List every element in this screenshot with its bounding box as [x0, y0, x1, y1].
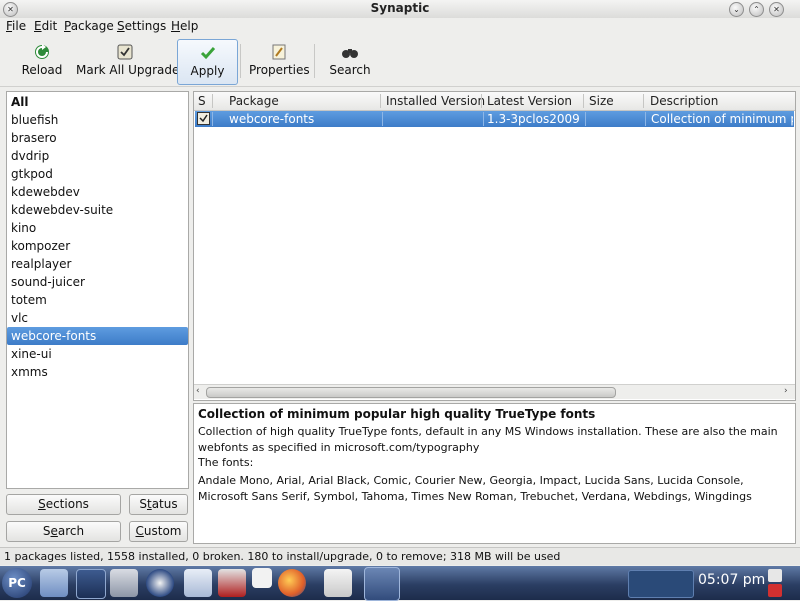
section-item[interactable]: bluefish — [7, 111, 188, 129]
desktop-icon[interactable] — [76, 569, 106, 599]
cell-package: webcore-fonts — [229, 112, 315, 126]
section-item[interactable]: gtkpod — [7, 165, 188, 183]
description-paragraph: The fonts: — [198, 456, 254, 469]
section-item[interactable]: webcore-fonts — [7, 327, 188, 345]
toolbar-separator — [240, 44, 241, 78]
close-icon[interactable]: ✕ — [769, 2, 784, 17]
cell-description: Collection of minimum popu — [651, 112, 793, 126]
mark-all-upgrades-button[interactable]: Mark All Upgrades — [76, 39, 186, 83]
shutdown-icon[interactable] — [768, 584, 782, 597]
description-panel: Collection of minimum popular high quali… — [193, 403, 796, 544]
properties-button[interactable]: Properties — [249, 39, 310, 83]
column-package[interactable]: Package — [229, 94, 279, 108]
title-bar: ✕ Synaptic ⌄ ⌃ ✕ — [0, 0, 800, 18]
computer-icon[interactable] — [40, 569, 68, 597]
checkmark-icon — [200, 47, 215, 60]
section-item[interactable]: kino — [7, 219, 188, 237]
reload-icon — [35, 44, 49, 59]
section-item[interactable]: kompozer — [7, 237, 188, 255]
description-paragraph: Andale Mono, Arial, Arial Black, Comic, … — [198, 474, 752, 503]
taskbar: PC 05:07 pm — [0, 566, 800, 601]
section-item[interactable]: brasero — [7, 129, 188, 147]
reload-button[interactable]: Reload — [20, 39, 64, 83]
search-filter-button[interactable]: Search — [6, 521, 121, 542]
window-title: Synaptic — [370, 1, 430, 15]
cell-latest-version: 1.3-3pclos2009 — [487, 112, 580, 126]
description-paragraph: Collection of high quality TrueType font… — [198, 425, 778, 454]
tools-icon[interactable] — [110, 569, 138, 597]
section-item[interactable]: kdewebdev-suite — [7, 201, 188, 219]
menu-package[interactable]: Package — [64, 19, 114, 33]
synaptic-task-icon[interactable] — [364, 567, 400, 601]
column-installed-version[interactable]: Installed Version — [386, 94, 485, 108]
column-status[interactable]: S — [198, 94, 206, 108]
minimize-icon[interactable]: ⌄ — [729, 2, 744, 17]
document-icon[interactable] — [252, 568, 272, 588]
custom-filter-button[interactable]: Custom — [129, 521, 188, 542]
column-description[interactable]: Description — [650, 94, 718, 108]
scroll-right-icon[interactable]: › — [784, 386, 788, 396]
section-item[interactable]: vlc — [7, 309, 188, 327]
sections-filter-button[interactable]: Sections — [6, 494, 121, 515]
binoculars-icon — [342, 49, 358, 58]
search-button[interactable]: Search — [325, 39, 375, 83]
scrollbar-thumb[interactable] — [206, 387, 616, 398]
section-item[interactable]: xmms — [7, 363, 188, 381]
start-menu-icon[interactable]: PC — [2, 568, 32, 598]
menu-settings[interactable]: Settings — [117, 19, 166, 33]
section-item[interactable]: totem — [7, 291, 188, 309]
section-item[interactable]: sound-juicer — [7, 273, 188, 291]
section-item[interactable]: realplayer — [7, 255, 188, 273]
package-table: S Package Installed Version Latest Versi… — [193, 91, 796, 401]
scroll-left-icon[interactable]: ‹ — [196, 386, 200, 396]
toolbar: Reload Mark All Upgrades Apply Propertie… — [0, 36, 800, 87]
section-item[interactable]: All — [7, 93, 188, 111]
section-item[interactable]: kdewebdev — [7, 183, 188, 201]
status-bar: 1 packages listed, 1558 installed, 0 bro… — [0, 547, 800, 565]
package-manager-icon[interactable] — [218, 569, 246, 597]
properties-icon — [272, 44, 286, 60]
apply-button[interactable]: Apply — [177, 39, 238, 85]
system-tray — [628, 570, 694, 598]
section-item[interactable]: xine-ui — [7, 345, 188, 363]
mark-upgrades-icon — [117, 44, 133, 60]
table-header: S Package Installed Version Latest Versi… — [194, 92, 795, 111]
package-status-icon[interactable] — [197, 112, 210, 125]
menu-edit[interactable]: Edit — [34, 19, 57, 33]
column-latest-version[interactable]: Latest Version — [487, 94, 572, 108]
table-row[interactable]: webcore-fonts 1.3-3pclos2009 Collection … — [195, 111, 794, 127]
section-list: All bluefish brasero dvdrip gtkpod kdewebdev k… — [6, 91, 189, 489]
maximize-icon[interactable]: ⌃ — [749, 2, 764, 17]
description-title: Collection of minimum popular high quali… — [198, 407, 596, 421]
text-editor-icon[interactable] — [324, 569, 352, 597]
menu-bar: File Edit Package Settings Help — [0, 18, 800, 36]
status-filter-button[interactable]: Status — [129, 494, 188, 515]
toolbar-separator — [314, 44, 315, 78]
file-manager-icon[interactable] — [184, 569, 212, 597]
menu-file[interactable]: File — [6, 19, 26, 33]
column-size[interactable]: Size — [589, 94, 614, 108]
section-item[interactable]: dvdrip — [7, 147, 188, 165]
menu-help[interactable]: Help — [171, 19, 198, 33]
horizontal-scrollbar[interactable]: ‹ › — [194, 384, 795, 399]
lock-screen-icon[interactable] — [768, 569, 782, 582]
firefox-icon[interactable] — [278, 569, 306, 597]
clock[interactable]: 05:07 pm — [698, 572, 765, 588]
control-center-icon[interactable] — [146, 569, 174, 597]
